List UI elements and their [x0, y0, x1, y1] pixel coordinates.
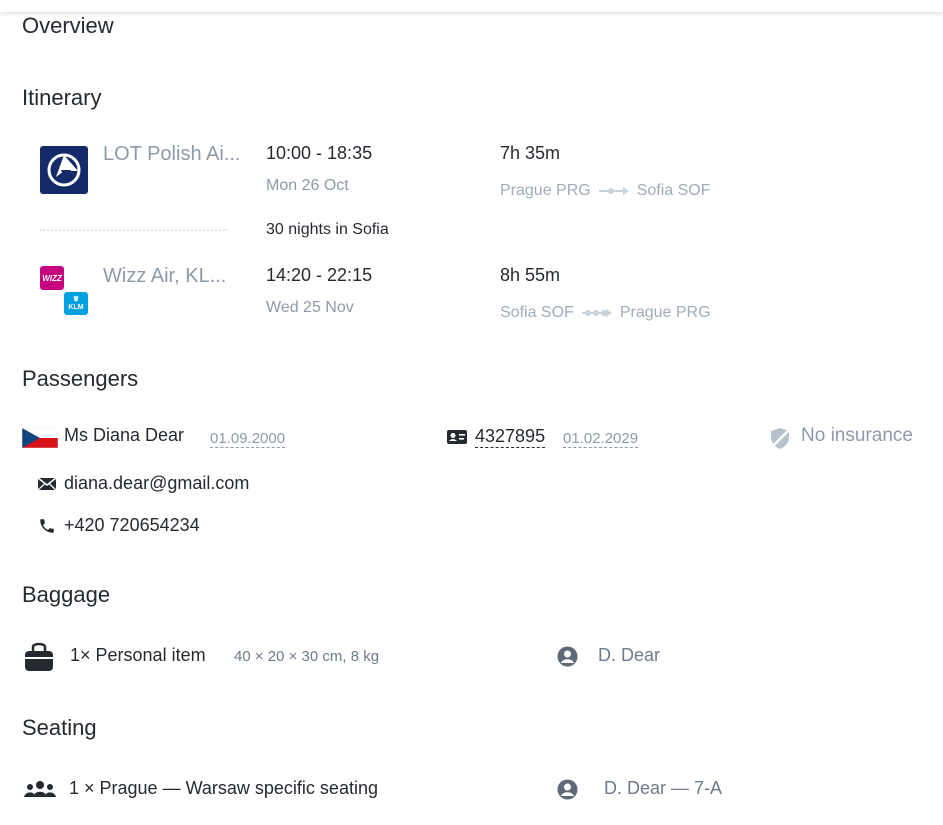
user-avatar-icon [557, 779, 578, 800]
passengers-heading: Passengers [22, 366, 139, 391]
overview-heading: Overview [22, 13, 114, 38]
top-shadow-bar [0, 0, 943, 12]
email-icon [37, 477, 57, 491]
passenger-email: diana.dear@gmail.com [64, 473, 250, 493]
user-avatar-icon [557, 646, 578, 667]
klm-crown-icon: ♛ [72, 295, 80, 303]
baggage-item: 1× Personal item [70, 645, 206, 665]
outbound-date: Mon 26 Oct [266, 177, 349, 194]
return-destination: Prague PRG [619, 304, 711, 321]
route-arrow-icon [581, 308, 612, 318]
lot-logo-icon [40, 146, 88, 194]
outbound-origin: Prague PRG [500, 182, 591, 199]
outbound-destination: Sofia SOF [636, 182, 711, 199]
klm-logo-text: KLM [68, 303, 84, 311]
phone-icon [38, 517, 56, 535]
passenger-birthdate[interactable]: 01.09.2000 [210, 430, 286, 448]
itinerary-heading: Itinerary [22, 85, 102, 110]
seating-heading: Seating [22, 715, 97, 740]
outbound-route: Prague PRG Sofia SOF [500, 182, 711, 200]
klm-logo-icon: ♛ KLM [64, 292, 88, 315]
document-expiry[interactable]: 01.02.2029 [563, 430, 639, 448]
wizz-logo-icon: WIZZ [40, 266, 64, 290]
document-number[interactable]: 4327895 [475, 426, 546, 448]
seating-item: 1 × Prague — Warsaw specific seating [69, 778, 378, 798]
return-route: Sofia SOF Prague PRG [500, 304, 711, 322]
return-duration: 8h 55m [500, 265, 561, 285]
passenger-name: Ms Diana Dear [64, 425, 185, 445]
baggage-dimensions: 40 × 20 × 30 cm, 8 kg [234, 648, 380, 665]
baggage-owner: D. Dear [598, 645, 661, 665]
baggage-heading: Baggage [22, 582, 111, 607]
return-date: Wed 25 Nov [266, 299, 354, 316]
czech-flag-icon [21, 427, 59, 449]
outbound-carrier: LOT Polish Ai... [103, 143, 241, 165]
wizz-logo-text: WIZZ [42, 273, 62, 283]
outbound-time: 10:00 - 18:35 [266, 143, 373, 163]
return-carrier: Wizz Air, KL... [103, 265, 227, 287]
stay-divider [40, 229, 228, 231]
outbound-duration: 7h 35m [500, 143, 561, 163]
stay-duration: 30 nights in Sofia [266, 221, 389, 238]
insurance-status: No insurance [801, 425, 913, 446]
route-arrow-icon [598, 186, 629, 196]
return-time: 14:20 - 22:15 [266, 265, 373, 285]
personal-item-bag-icon [24, 640, 54, 672]
seating-assignment: D. Dear — 7-A [604, 778, 723, 798]
return-origin: Sofia SOF [500, 304, 574, 321]
id-card-icon [446, 429, 468, 445]
no-insurance-icon [768, 426, 792, 450]
group-seating-icon [24, 780, 56, 798]
passenger-phone: +420 720654234 [64, 515, 200, 535]
